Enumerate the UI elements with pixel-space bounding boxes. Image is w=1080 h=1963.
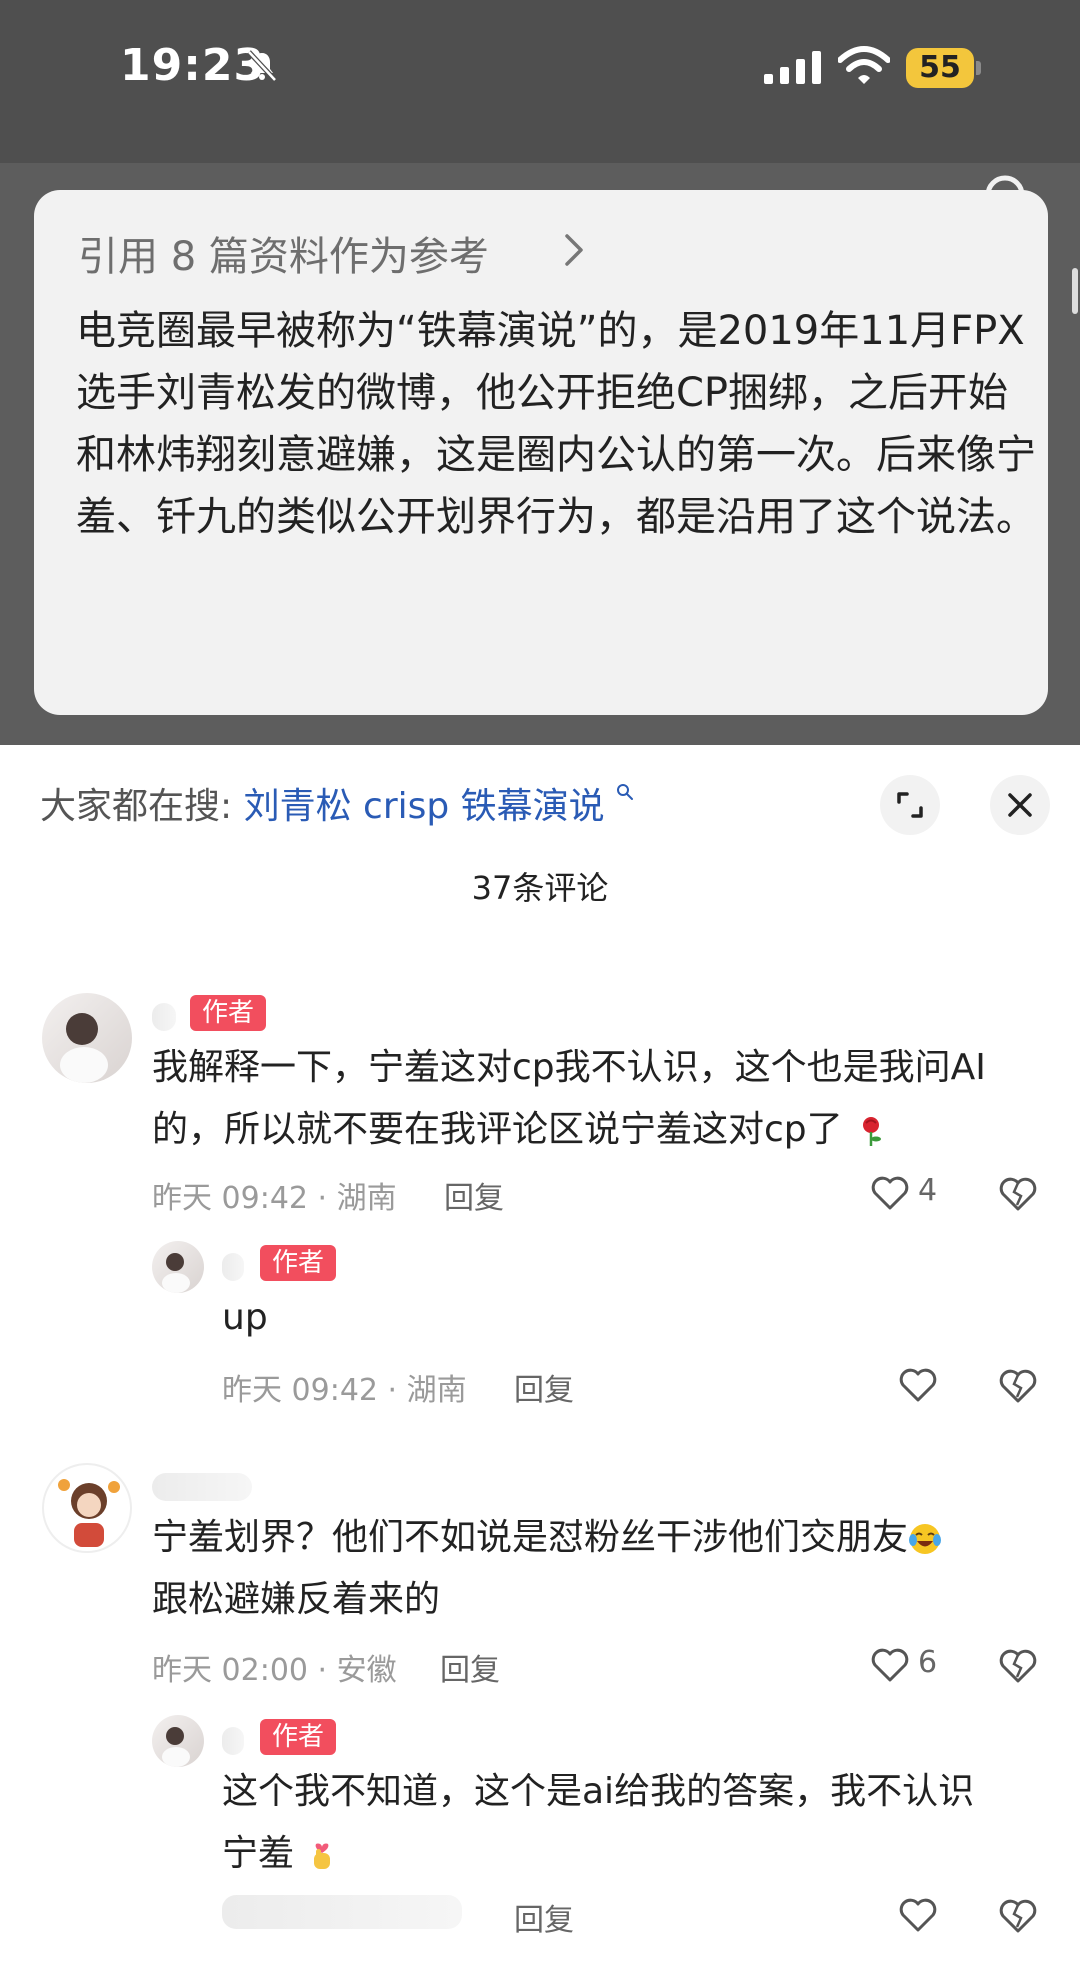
search-small-icon (617, 784, 634, 800)
broken-heart-icon[interactable] (998, 1897, 1038, 1935)
heart-icon[interactable] (870, 1175, 910, 1211)
broken-heart-icon[interactable] (998, 1175, 1038, 1213)
avatar[interactable] (42, 993, 132, 1083)
background-post: 19:23 55 引用 8 篇资料作为参考 电竞圈最早被称为“铁幕演说”的，是2… (0, 0, 1080, 745)
wifi-icon (838, 46, 890, 84)
comment-text-content: 宁羞 (222, 1833, 295, 1874)
avatar[interactable] (152, 1715, 204, 1767)
chevron-right-icon[interactable] (562, 232, 586, 268)
expand-button[interactable] (880, 775, 940, 835)
avatar-image (162, 1253, 190, 1293)
like-count: 6 (918, 1645, 938, 1680)
comment-text-line: 这个我不知道，这个是ai给我的答案，我不认识 (222, 1771, 975, 1812)
bell-mute-icon (247, 50, 277, 82)
reply-button[interactable]: 回复 (514, 1365, 574, 1409)
crying-laughing-emoji (909, 1524, 942, 1554)
battery-indicator: 55 (906, 48, 981, 88)
reply-button[interactable]: 回复 (440, 1645, 500, 1689)
reply-button[interactable]: 回复 (444, 1173, 504, 1217)
comment-text-line: 宁羞 (222, 1823, 1022, 1885)
username-blurred (222, 1253, 244, 1281)
battery-level: 55 (906, 48, 974, 88)
avatar-image (60, 1013, 108, 1083)
trending-search-keyword[interactable]: 刘青松 crisp 铁幕演说 (244, 786, 605, 827)
comment-text-line: 跟松避嫌反着来的 (152, 1579, 441, 1620)
close-icon (1008, 793, 1032, 817)
broken-heart-icon[interactable] (998, 1647, 1038, 1685)
trending-search[interactable]: 大家都在搜: 刘青松 crisp 铁幕演说 (40, 777, 634, 829)
author-badge: 作者 (190, 995, 267, 1031)
avatar[interactable] (152, 1241, 204, 1293)
battery-tip (976, 61, 981, 75)
expand-icon (897, 792, 923, 818)
heart-icon[interactable] (898, 1897, 938, 1933)
comments-sheet: 大家都在搜: 刘青松 crisp 铁幕演说 37条评论 作者 我解释一下，宁羞这… (0, 745, 1080, 1963)
comment-meta: 昨天 09:42 · 湖南 (222, 1373, 467, 1408)
meta-blurred (222, 1895, 462, 1929)
comment-text: up (222, 1297, 268, 1338)
reference-header[interactable]: 引用 8 篇资料作为参考 (78, 224, 489, 282)
avatar[interactable] (42, 1463, 132, 1553)
comment-text: 宁羞划界？他们不如说是怼粉丝干涉他们交朋友 跟松避嫌反着来的 (152, 1507, 1032, 1631)
comment-meta: 昨天 02:00 · 安徽 (152, 1653, 397, 1688)
cell-signal-icon (764, 51, 821, 84)
author-badge: 作者 (260, 1719, 337, 1755)
trending-search-prefix: 大家都在搜: (40, 786, 233, 827)
rose-emoji (863, 1117, 882, 1146)
heart-icon[interactable] (898, 1367, 938, 1403)
broken-heart-icon[interactable] (998, 1367, 1038, 1405)
comment-text-content: 宁羞划界？他们不如说是怼粉丝干涉他们交朋友 (152, 1517, 909, 1558)
avatar-image (58, 1479, 120, 1547)
reference-body: 电竞圈最早被称为“铁幕演说”的，是2019年11月FPX选手刘青松发的微博，他公… (76, 308, 1036, 540)
avatar-image (162, 1727, 190, 1767)
comment-text-line: 宁羞划界？他们不如说是怼粉丝干涉他们交朋友 (152, 1507, 1032, 1569)
reply-button[interactable]: 回复 (514, 1895, 574, 1939)
username-blurred (152, 1473, 252, 1501)
comment-text: 我解释一下，宁羞这对cp我不认识，这个也是我问AI的，所以就不要在我评论区说宁羞… (152, 1037, 1032, 1161)
like-count: 4 (918, 1173, 938, 1208)
close-button[interactable] (990, 775, 1050, 835)
comment-meta: 昨天 09:42 · 湖南 (152, 1181, 397, 1216)
username-blurred (152, 1003, 176, 1031)
username-blurred (222, 1727, 244, 1755)
author-badge: 作者 (260, 1245, 337, 1281)
finger-heart-emoji (314, 1843, 331, 1869)
status-bar: 19:23 55 (0, 0, 1080, 140)
comment-text: 这个我不知道，这个是ai给我的答案，我不认识 宁羞 (222, 1761, 1022, 1885)
scroll-indicator (1072, 268, 1078, 314)
reference-card[interactable]: 引用 8 篇资料作为参考 电竞圈最早被称为“铁幕演说”的，是2019年11月FP… (34, 190, 1048, 715)
heart-icon[interactable] (870, 1647, 910, 1683)
comment-count: 37条评论 (471, 869, 609, 907)
